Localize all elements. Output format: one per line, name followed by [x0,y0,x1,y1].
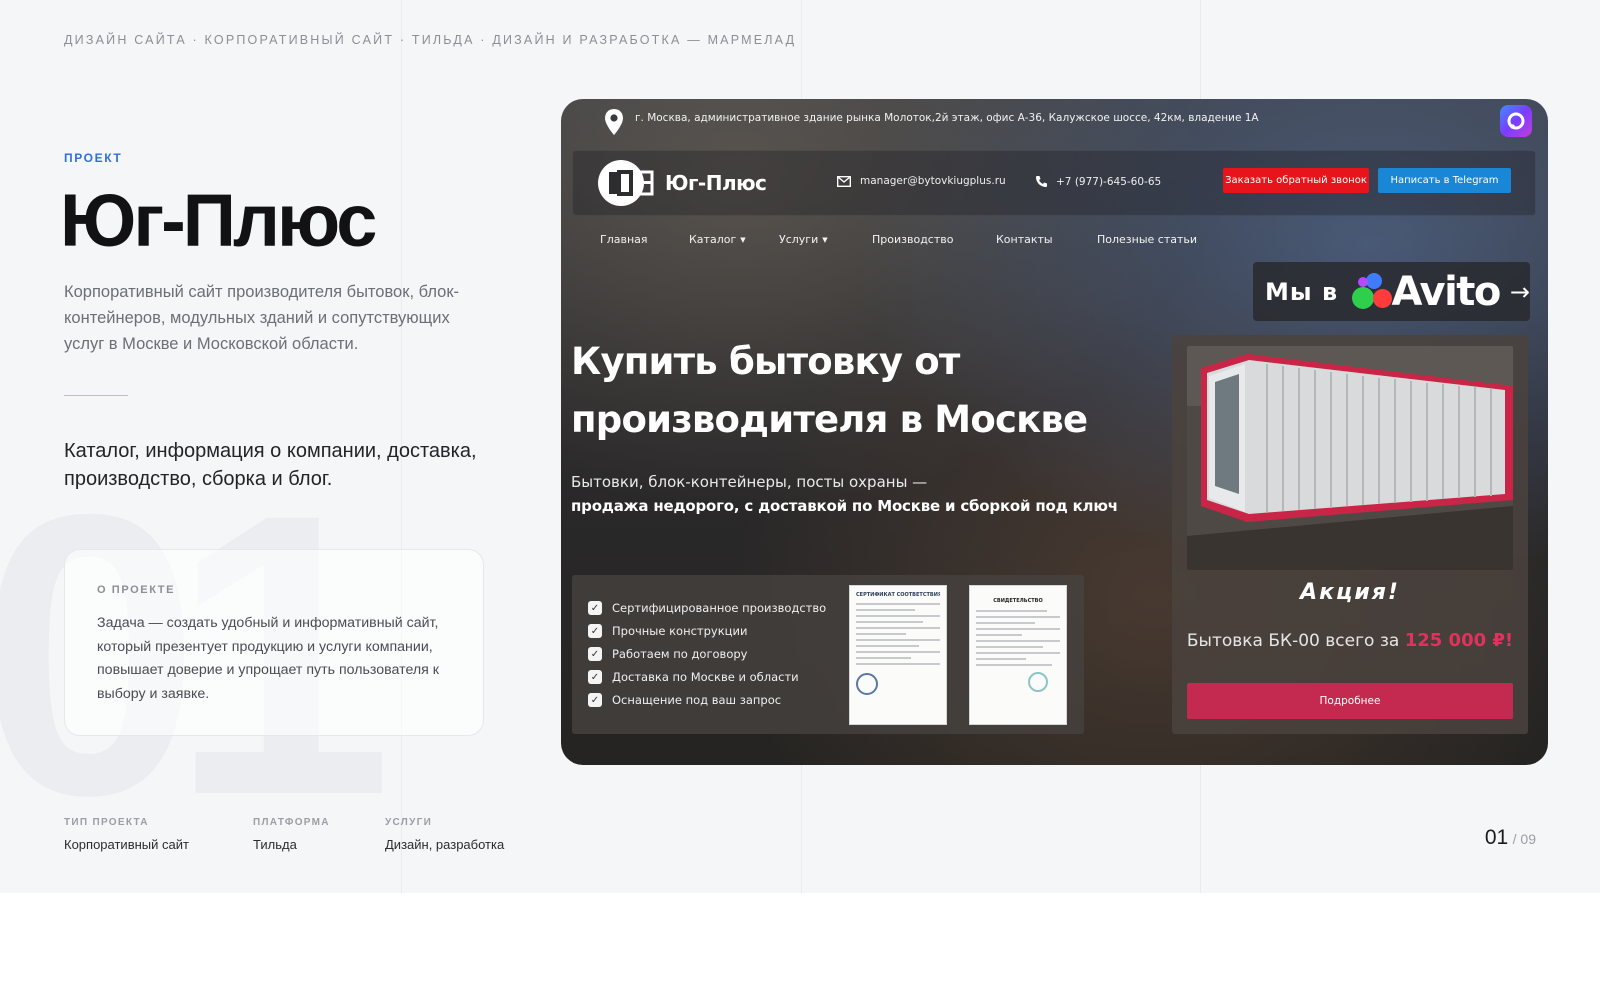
location-pin-icon [605,109,623,135]
nav-item-production[interactable]: Производство [872,233,953,246]
promo-details-button[interactable]: Подробнее [1187,683,1513,719]
about-text: Задача — создать удобный и информативный… [97,615,439,702]
avito-logo-icon [1352,272,1393,311]
meta-label: ТИП ПРОЕКТА [64,817,149,828]
project-slide: 01 ДИЗАЙН САЙТА · КОРПОРАТИВНЫЙ САЙТ · Т… [0,0,1600,893]
feature-item: ✓ Работаем по договору [588,647,747,661]
avito-banner[interactable]: Мы в Avito → [1253,262,1530,321]
meta-value: Дизайн, разработка [385,837,505,852]
nav-label: Услуги [779,233,819,246]
nav-item-contacts[interactable]: Контакты [996,233,1053,246]
nav-label: Каталог [689,233,737,246]
chevron-down-icon: ▼ [740,236,746,244]
logo-icon[interactable] [597,158,657,208]
promo-price-value: 125 000 ₽! [1404,630,1514,651]
project-label: ПРОЕКТ [64,151,123,165]
nav-item-catalog[interactable]: Каталог ▼ [689,233,746,246]
promo-price-text: Бытовка БК-00 всего за [1186,631,1400,651]
site-header: Юг-Плюс manager@bytovkiugplus.ru +7 (977… [572,150,1536,216]
divider [64,395,128,396]
phone-text: +7 (977)-645-60-65 [1056,175,1162,188]
promo-price: Бытовка БК-00 всего за 125 000 ₽! [1172,630,1528,651]
feature-text: Работаем по договору [612,647,748,661]
nav-item-articles[interactable]: Полезные статьи [1097,233,1197,246]
telegram-button[interactable]: Написать в Telegram [1378,168,1511,193]
callback-button[interactable]: Заказать обратный звонок [1223,168,1369,193]
nav-item-home[interactable]: Главная [600,233,648,246]
feature-text: Сертифицированное производство [612,601,827,615]
hero-title: Купить бытовку от производителя в Москве [571,340,1088,441]
checkbox-icon: ✓ [588,647,602,661]
breadcrumb: ДИЗАЙН САЙТА · КОРПОРАТИВНЫЙ САЙТ · ТИЛЬ… [64,33,797,47]
certificate-image[interactable]: СВИДЕТЕЛЬСТВО [969,585,1067,725]
feature-item: ✓ Сертифицированное производство [588,601,826,615]
phone-icon [1036,176,1047,187]
address-text: г. Москва, административное здание рынка… [635,112,1259,124]
about-label: О ПРОЕКТЕ [97,584,176,596]
feature-text: Прочные конструкции [612,624,748,638]
project-description: Корпоративный сайт производителя бытовок… [64,283,460,353]
certificate-title: СВИДЕТЕЛЬСТВО [993,598,1043,604]
feature-item: ✓ Прочные конструкции [588,624,747,638]
pager-current: 01 [1484,826,1509,849]
feature-text: Оснащение под ваш запрос [612,693,782,707]
meta-label: ПЛАТФОРМА [253,817,330,828]
chevron-down-icon: ▼ [822,236,828,244]
about-card: О ПРОЕКТЕ Задача — создать удобный и инф… [64,549,484,736]
header-phone[interactable]: +7 (977)-645-60-65 [1035,175,1161,188]
pager: 01 / 09 [1485,826,1536,850]
logo-text[interactable]: Юг-Плюс [665,171,767,195]
certificate-title: СЕРТИФИКАТ СООТВЕТСТВИЯ [856,592,940,598]
avito-prefix: Мы в [1265,277,1339,306]
avito-brand: Avito [1391,268,1501,315]
messenger-icon[interactable] [1500,105,1532,137]
hero-subtitle: Бытовки, блок-контейнеры, посты охраны — [571,473,928,491]
nav-item-services[interactable]: Услуги ▼ [779,233,828,246]
meta-services: УСЛУГИ Дизайн, разработка [385,817,504,852]
meta-value: Тильда [253,837,297,852]
header-email[interactable]: manager@bytovkiugplus.ru [837,175,1006,187]
promo-card: Акция! Бытовка БК-00 всего за 125 000 ₽!… [1172,335,1528,734]
checkbox-icon: ✓ [588,693,602,707]
certificate-image[interactable]: СЕРТИФИКАТ СООТВЕТСТВИЯ [849,585,947,725]
project-subtitle: Каталог, информация о компании, доставка… [64,440,477,490]
meta-platform: ПЛАТФОРМА Тильда [253,817,330,852]
meta-project-type: ТИП ПРОЕКТА Корпоративный сайт [64,817,189,852]
hero-subtitle-bold: продажа недорого, с доставкой по Москве … [571,497,1118,515]
website-screenshot: г. Москва, административное здание рынка… [561,99,1548,765]
mail-icon [837,175,851,187]
email-text: manager@bytovkiugplus.ru [860,175,1006,187]
promo-title: Акция! [1300,580,1400,605]
checkbox-icon: ✓ [588,624,602,638]
pager-total: / 09 [1512,831,1536,847]
checkbox-icon: ✓ [588,601,602,615]
meta-value: Корпоративный сайт [64,837,189,852]
features-panel: ✓ Сертифицированное производство ✓ Прочные… [572,575,1084,734]
page-title: Юг-Плюс [60,179,377,262]
feature-item: ✓ Оснащение под ваш запрос [588,693,781,707]
meta-label: УСЛУГИ [385,817,433,828]
feature-item: ✓ Доставка по Москве и области [588,670,799,684]
checkbox-icon: ✓ [588,670,602,684]
feature-text: Доставка по Москве и области [612,670,799,684]
product-image[interactable] [1187,346,1513,570]
arrow-right-icon: → [1509,277,1530,306]
